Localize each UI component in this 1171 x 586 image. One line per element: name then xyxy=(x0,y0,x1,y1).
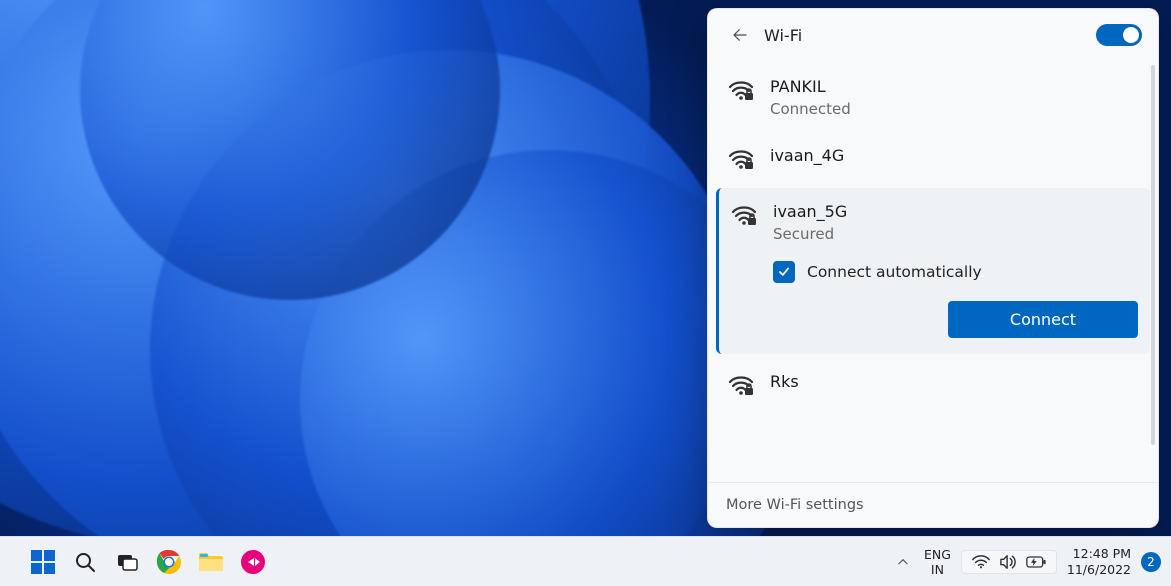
language-primary: ENG xyxy=(924,547,951,562)
wifi-network-list: PANKIL Connected ivaan_4G xyxy=(708,59,1158,482)
wifi-network-item-selected[interactable]: ivaan_5G Secured Connect automatically C… xyxy=(716,188,1150,354)
wifi-secured-icon xyxy=(728,148,756,170)
wifi-ssid: ivaan_4G xyxy=(770,146,844,167)
wifi-ssid: Rks xyxy=(770,372,799,393)
arrow-left-icon xyxy=(731,26,749,44)
auto-connect-checkbox[interactable] xyxy=(773,261,795,283)
taskbar-search[interactable] xyxy=(70,547,100,577)
wifi-secured-icon xyxy=(728,374,756,396)
task-view-icon xyxy=(115,550,139,574)
connect-button[interactable]: Connect xyxy=(948,301,1138,338)
notification-badge[interactable]: 2 xyxy=(1141,552,1161,572)
search-icon xyxy=(73,550,97,574)
wifi-status: Secured xyxy=(773,225,847,243)
wifi-ssid: ivaan_5G xyxy=(773,202,847,223)
volume-icon xyxy=(999,554,1017,570)
quick-settings-button[interactable] xyxy=(961,550,1057,574)
wifi-secured-icon xyxy=(731,204,759,226)
pinned-app-icon xyxy=(240,549,266,575)
taskbar-app-pinned[interactable] xyxy=(238,547,268,577)
wifi-ssid: PANKIL xyxy=(770,77,851,98)
wifi-secured-icon xyxy=(728,79,756,101)
check-icon xyxy=(777,265,791,279)
wifi-flyout: Wi-Fi PANKIL Connected xyxy=(707,8,1159,528)
wifi-icon xyxy=(972,555,990,569)
wifi-list-scrollbar[interactable] xyxy=(1151,65,1155,445)
language-indicator[interactable]: ENG IN xyxy=(924,547,951,577)
language-secondary: IN xyxy=(924,562,951,577)
more-wifi-settings[interactable]: More Wi-Fi settings xyxy=(708,482,1158,527)
start-button[interactable] xyxy=(28,547,58,577)
folder-icon xyxy=(198,551,224,573)
wifi-network-item[interactable]: ivaan_4G xyxy=(716,132,1150,184)
chevron-up-icon xyxy=(896,555,910,569)
chrome-icon xyxy=(156,549,182,575)
taskbar-date: 11/6/2022 xyxy=(1067,562,1131,578)
taskbar-time: 12:48 PM xyxy=(1067,546,1131,562)
taskbar-app-file-explorer[interactable] xyxy=(196,547,226,577)
taskbar-app-chrome[interactable] xyxy=(154,547,184,577)
task-view-button[interactable] xyxy=(112,547,142,577)
wifi-flyout-title: Wi-Fi xyxy=(764,26,802,45)
taskbar-clock[interactable]: 12:48 PM 11/6/2022 xyxy=(1067,546,1131,577)
taskbar: ENG IN 12:48 PM 11/6/2022 xyxy=(0,536,1171,586)
back-button[interactable] xyxy=(724,19,756,51)
tray-overflow-button[interactable] xyxy=(892,551,914,573)
wifi-toggle[interactable] xyxy=(1096,24,1142,46)
wifi-network-item[interactable]: PANKIL Connected xyxy=(716,63,1150,132)
wifi-network-item[interactable]: Rks xyxy=(716,358,1150,410)
battery-icon xyxy=(1026,555,1046,569)
auto-connect-label: Connect automatically xyxy=(807,263,982,281)
windows-logo-icon xyxy=(30,549,56,575)
wifi-status: Connected xyxy=(770,100,851,118)
